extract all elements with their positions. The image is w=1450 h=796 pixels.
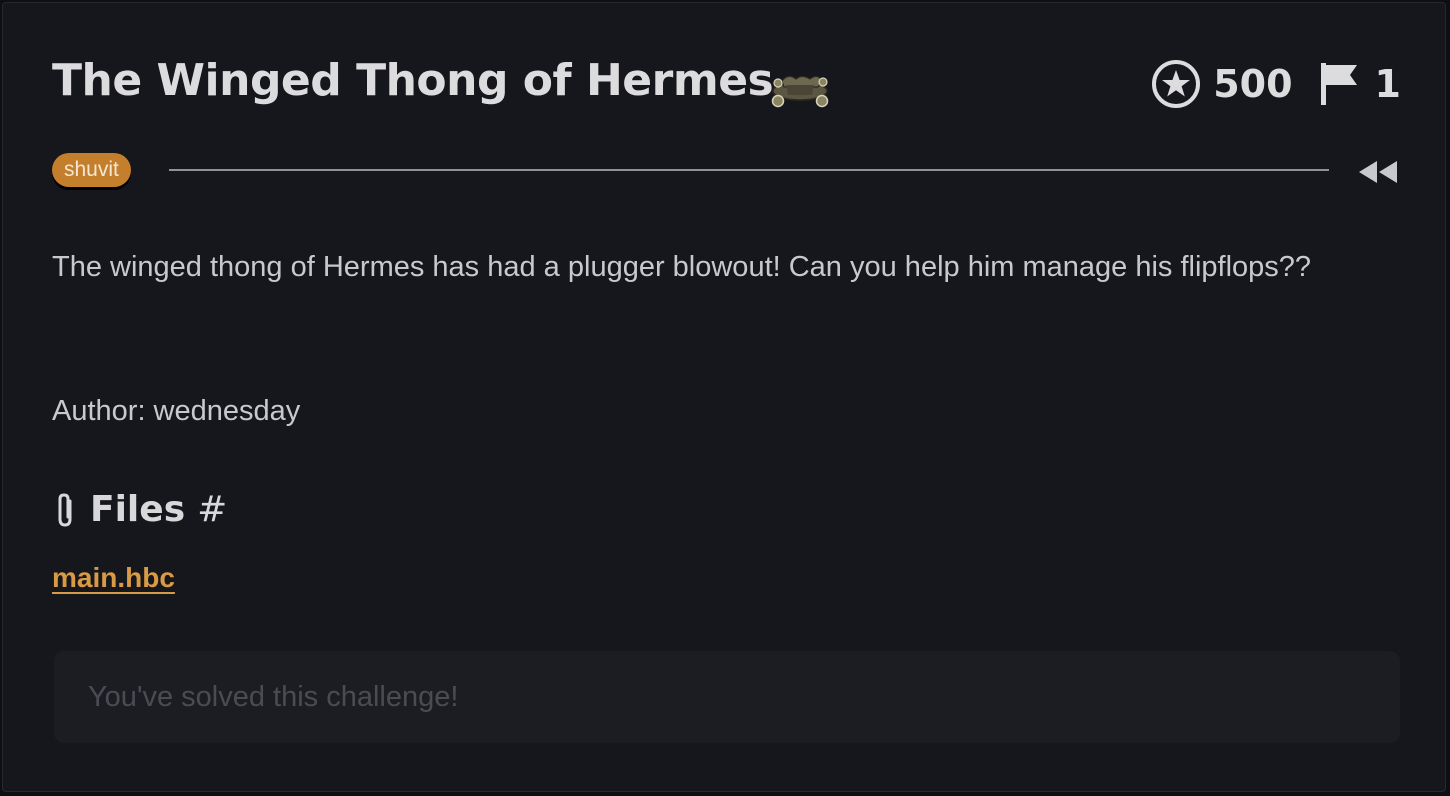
files-heading-label: Files [90,489,186,530]
challenge-author: Author: wednesday [52,395,301,427]
rewind-icon[interactable] [1357,158,1399,186]
files-anchor-link[interactable]: # [197,489,227,530]
challenge-card: The Winged Thong of Hermes 500 1 shuvit … [2,2,1446,792]
file-link-main-hbc[interactable]: main.hbc [52,562,175,594]
skateboard-mascot-icon [771,75,829,108]
star-circle-icon [1152,60,1201,108]
challenge-description: The winged thong of Hermes has had a plu… [52,251,1312,283]
points-value: 500 [1213,62,1293,106]
solved-status-box: You've solved this challenge! [54,651,1400,743]
solves-value: 1 [1374,62,1401,106]
paperclip-icon [58,492,72,527]
challenge-title: The Winged Thong of Hermes [52,55,774,106]
challenge-tag[interactable]: shuvit [52,153,131,187]
divider [169,169,1329,171]
flag-icon [1320,63,1357,105]
challenge-stats: 500 1 [1151,57,1401,111]
solved-message: You've solved this challenge! [88,680,459,713]
files-heading: Files # [52,489,227,530]
